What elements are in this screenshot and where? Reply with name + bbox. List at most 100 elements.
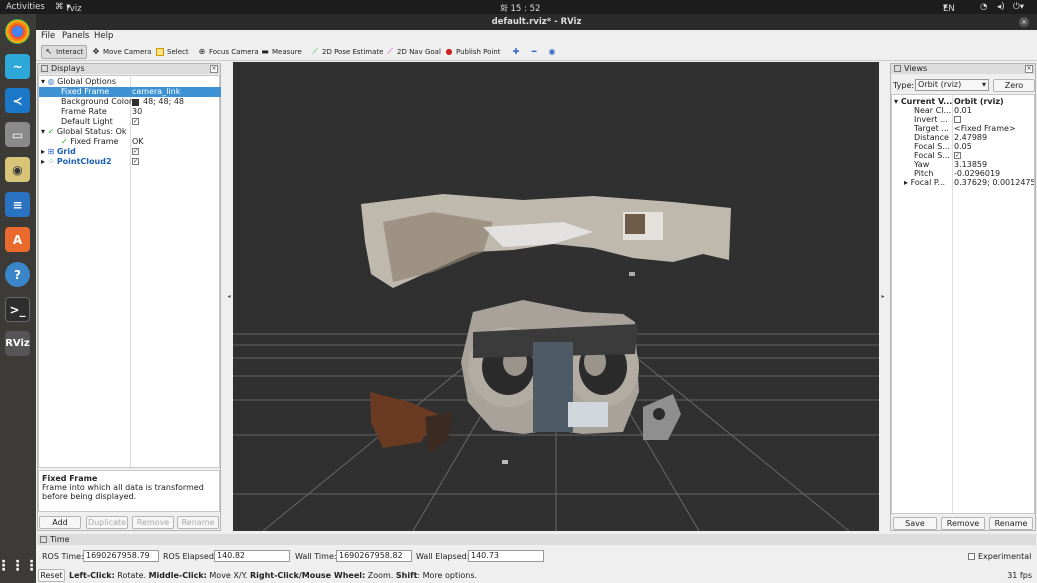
- wall-time-field[interactable]: 1690267958.82: [336, 550, 412, 562]
- focus-icon: ⊕: [198, 47, 206, 56]
- bird-app-icon[interactable]: ~: [5, 54, 30, 79]
- point-cloud: [361, 194, 731, 464]
- tree-row-grid[interactable]: ▸ ⊞ Grid ✓: [39, 147, 221, 157]
- row-value[interactable]: 0.37629; 0.0012475...: [954, 178, 1034, 188]
- green-arrow-icon: ⟋: [312, 47, 318, 56]
- help-title: Fixed Frame: [42, 474, 98, 483]
- tree-row-background-color[interactable]: Background Color 48; 48; 48: [39, 97, 221, 107]
- ros-time-field[interactable]: 1690267958.79: [83, 550, 159, 562]
- add-display-button[interactable]: Add: [39, 516, 81, 529]
- menu-file[interactable]: File: [41, 31, 55, 41]
- move-camera-tool[interactable]: ✥ Move Camera: [89, 45, 154, 59]
- grid-icon: ⊞: [47, 147, 55, 156]
- hint-key: Shift: [395, 571, 418, 580]
- system-top-bar: Activities ⌘ rviz ▾ 화 15 : 52 EN ▾ ◔ ◂) …: [0, 0, 1037, 14]
- focus-camera-tool[interactable]: ⊕ Focus Camera: [195, 45, 262, 59]
- close-icon[interactable]: ×: [210, 65, 218, 73]
- tree-row-fixed-frame-status[interactable]: ✓ Fixed Frame OK: [39, 137, 221, 147]
- invert-checkbox[interactable]: [954, 116, 961, 123]
- show-apps-icon[interactable]: ⋮⋮⋮: [0, 553, 39, 578]
- 3d-viewport[interactable]: [233, 62, 879, 531]
- power-icon[interactable]: ⏻▾: [1013, 2, 1024, 12]
- tree-row-global-status[interactable]: ▾ ✓ Global Status: Ok: [41, 127, 219, 137]
- menu-help[interactable]: Help: [94, 31, 113, 41]
- chrome-icon[interactable]: [5, 19, 30, 44]
- files-icon[interactable]: ▭: [5, 122, 30, 147]
- row-label: Focal P...: [910, 178, 946, 187]
- focal-shape-checkbox[interactable]: ✓: [954, 152, 961, 159]
- status-bar: Reset Left-Click: Rotate. Middle-Click: …: [37, 567, 1036, 583]
- tree-row-focal-point[interactable]: ▸ Focal P...0.37629; 0.0012475...: [892, 178, 1034, 188]
- row-value[interactable]: camera_link: [132, 87, 180, 97]
- row-label: Fixed Frame: [70, 137, 119, 146]
- color-swatch[interactable]: [132, 99, 139, 106]
- software-center-icon[interactable]: A: [5, 227, 30, 252]
- fps-counter: 31 fps: [1007, 571, 1032, 580]
- displays-title: Displays: [51, 64, 85, 73]
- reset-button[interactable]: Reset: [38, 569, 65, 582]
- help-icon[interactable]: ?: [5, 262, 30, 287]
- left-collapse-handle[interactable]: ◂: [225, 62, 233, 531]
- displays-header: Displays ×: [38, 64, 220, 74]
- globe-icon: ◍: [47, 77, 55, 86]
- publish-point-tool[interactable]: ● Publish Point: [442, 45, 504, 59]
- default-light-checkbox[interactable]: ✓: [132, 118, 139, 125]
- measure-tool[interactable]: ▬ Measure: [258, 45, 305, 59]
- remove-tool-button[interactable]: ━: [527, 45, 541, 59]
- remove-display-button[interactable]: Remove: [132, 516, 174, 529]
- grid-checkbox[interactable]: ✓: [132, 148, 139, 155]
- tree-row-default-light[interactable]: Default Light ✓: [39, 117, 221, 127]
- hint-key: Right-Click/Mouse Wheel:: [249, 571, 366, 580]
- writer-icon[interactable]: ≡: [5, 192, 30, 217]
- save-view-button[interactable]: Save: [893, 517, 937, 530]
- row-value[interactable]: 48; 48; 48: [143, 97, 184, 107]
- rviz-icon[interactable]: RViz: [5, 331, 30, 356]
- tree-row-pointcloud2[interactable]: ▸ ⁘ PointCloud2 ✓: [39, 157, 221, 167]
- vscode-icon[interactable]: ≺: [5, 88, 30, 113]
- tree-row-fixed-frame[interactable]: Fixed Frame camera_link: [39, 87, 221, 97]
- activities-button[interactable]: Activities: [6, 2, 45, 12]
- displays-tree: ▾ ◍ Global Options Fixed Frame camera_li…: [38, 75, 221, 468]
- terminal-icon[interactable]: >_: [5, 297, 30, 322]
- check-icon: ✓: [61, 137, 68, 146]
- ros-elapsed-field[interactable]: 140.82: [214, 550, 290, 562]
- volume-icon[interactable]: ◂): [997, 2, 1005, 12]
- experimental-label: Experimental: [978, 552, 1032, 561]
- add-tool-button[interactable]: ✚: [509, 45, 523, 59]
- ruler-icon: ▬: [261, 47, 269, 56]
- view-type-select[interactable]: Orbit (rviz) ▾: [915, 79, 989, 91]
- duplicate-display-button[interactable]: Duplicate: [86, 516, 128, 529]
- pointcloud-icon: ⁘: [47, 157, 55, 166]
- select-tool[interactable]: Select: [153, 45, 192, 59]
- close-icon[interactable]: ×: [1025, 65, 1033, 73]
- wall-elapsed-label: Wall Elapsed:: [416, 552, 470, 561]
- app-menu[interactable]: ⌘ rviz ▾: [55, 2, 82, 14]
- interact-tool[interactable]: ↖ Interact: [41, 45, 88, 59]
- rename-view-button[interactable]: Rename: [989, 517, 1033, 530]
- remove-view-button[interactable]: Remove: [941, 517, 985, 530]
- hint-text: : More options.: [417, 571, 478, 580]
- row-value[interactable]: 30: [132, 107, 142, 117]
- select-icon: [156, 48, 164, 56]
- language-indicator[interactable]: EN ▾: [943, 2, 955, 14]
- tree-row-frame-rate[interactable]: Frame Rate 30: [39, 107, 221, 117]
- experimental-checkbox[interactable]: [968, 553, 975, 560]
- nav-goal-tool[interactable]: ⟋ 2D Nav Goal: [383, 45, 444, 59]
- tree-row-global-options[interactable]: ▾ ◍ Global Options: [41, 77, 219, 87]
- rename-display-button[interactable]: Rename: [177, 516, 219, 529]
- close-icon[interactable]: ×: [1019, 17, 1029, 27]
- zero-button[interactable]: Zero: [993, 79, 1035, 92]
- window-title-bar: default.rviz* - RViz ×: [36, 14, 1037, 30]
- measure-label: Measure: [272, 48, 302, 56]
- pointcloud-checkbox[interactable]: ✓: [132, 158, 139, 165]
- network-icon[interactable]: ◔: [980, 2, 987, 12]
- disk-icon[interactable]: ◉: [5, 157, 30, 182]
- menu-panels[interactable]: Panels: [62, 31, 89, 41]
- camera-type-button[interactable]: ◉: [545, 45, 559, 59]
- clock[interactable]: 화 15 : 52: [500, 2, 540, 14]
- check-icon: ✓: [47, 127, 55, 136]
- wall-elapsed-field[interactable]: 140.73: [468, 550, 544, 562]
- panel-icon: [41, 65, 48, 72]
- right-collapse-handle[interactable]: ▸: [879, 62, 887, 531]
- pose-estimate-tool[interactable]: ⟋ 2D Pose Estimate: [308, 45, 386, 59]
